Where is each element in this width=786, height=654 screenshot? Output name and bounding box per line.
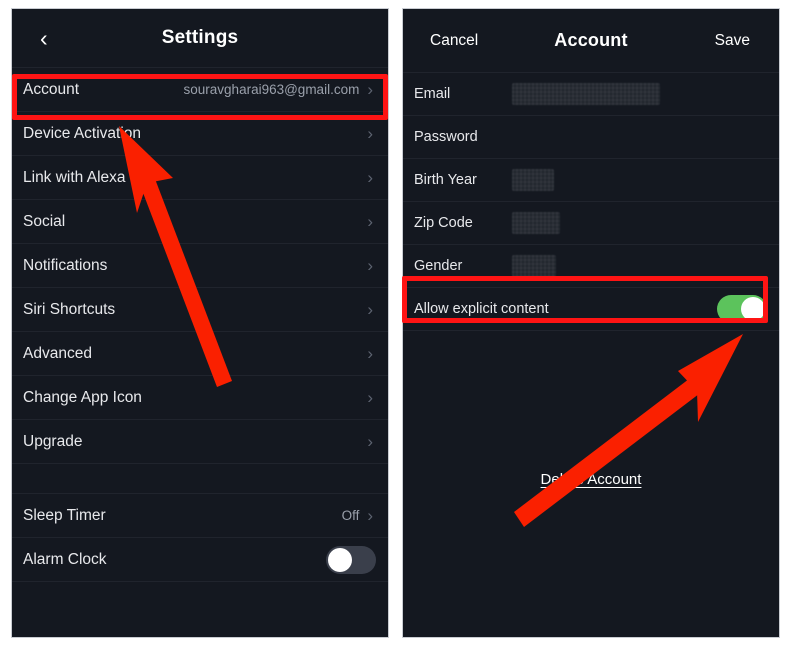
allow-explicit-content-label: Allow explicit content bbox=[414, 301, 549, 317]
row-label: Device Activation bbox=[23, 124, 142, 142]
settings-list-primary: Account souravgharai963@gmail.com › Devi… bbox=[12, 67, 388, 463]
row-label: Sleep Timer bbox=[23, 506, 106, 524]
account-screen: Cancel Account Save Email Password Birth… bbox=[402, 8, 780, 638]
account-email-value: souravgharai963@gmail.com bbox=[183, 82, 360, 97]
chevron-right-icon: › bbox=[367, 124, 373, 143]
field-label: Birth Year bbox=[414, 172, 477, 188]
settings-row-change-app-icon[interactable]: Change App Icon › bbox=[12, 375, 388, 419]
account-field-email[interactable]: Email bbox=[403, 72, 779, 115]
account-field-password[interactable]: Password bbox=[403, 115, 779, 158]
settings-row-upgrade[interactable]: Upgrade › bbox=[12, 419, 388, 463]
row-label: Change App Icon bbox=[23, 388, 142, 406]
sleep-timer-value: Off bbox=[341, 508, 360, 523]
row-label: Account bbox=[23, 80, 80, 98]
settings-row-sleep-timer[interactable]: Sleep Timer Off › bbox=[12, 493, 388, 537]
chevron-right-icon: › bbox=[367, 212, 373, 231]
chevron-right-icon: › bbox=[367, 432, 373, 451]
chevron-right-icon: › bbox=[367, 80, 373, 99]
delete-account-wrap: Delete Account bbox=[403, 471, 779, 489]
account-form-end-spacer bbox=[403, 330, 779, 350]
delete-account-link[interactable]: Delete Account bbox=[541, 471, 642, 488]
account-row-allow-explicit-content[interactable]: Allow explicit content bbox=[403, 287, 779, 330]
chevron-right-icon: › bbox=[367, 256, 373, 275]
toggle-knob bbox=[328, 547, 352, 572]
settings-row-notifications[interactable]: Notifications › bbox=[12, 243, 388, 287]
save-button[interactable]: Save bbox=[715, 32, 750, 50]
field-label: Gender bbox=[414, 258, 463, 274]
settings-screen: ‹ Settings Account souravgharai963@gmail… bbox=[11, 8, 389, 638]
settings-row-link-with-alexa[interactable]: Link with Alexa › bbox=[12, 155, 388, 199]
chevron-right-icon: › bbox=[367, 344, 373, 363]
account-field-gender[interactable]: Gender bbox=[403, 244, 779, 287]
row-label: Upgrade bbox=[23, 432, 83, 450]
row-label: Advanced bbox=[23, 344, 92, 362]
settings-row-siri-shortcuts[interactable]: Siri Shortcuts › bbox=[12, 287, 388, 331]
settings-row-alarm-clock[interactable]: Alarm Clock bbox=[12, 537, 388, 581]
field-label: Password bbox=[414, 129, 478, 145]
row-label: Siri Shortcuts bbox=[23, 300, 116, 318]
row-label: Link with Alexa bbox=[23, 168, 126, 186]
toggle-knob bbox=[741, 297, 765, 321]
settings-navbar: ‹ Settings bbox=[12, 9, 388, 67]
row-label: Social bbox=[23, 212, 66, 230]
email-value-redacted bbox=[512, 83, 660, 105]
chevron-right-icon: › bbox=[367, 300, 373, 319]
settings-row-account[interactable]: Account souravgharai963@gmail.com › bbox=[12, 67, 388, 111]
zip-code-value-redacted bbox=[512, 212, 560, 234]
chevron-right-icon: › bbox=[367, 388, 373, 407]
birth-year-value-redacted bbox=[512, 169, 554, 191]
row-label: Alarm Clock bbox=[23, 550, 107, 568]
chevron-right-icon: › bbox=[367, 506, 373, 525]
settings-row-social[interactable]: Social › bbox=[12, 199, 388, 243]
settings-section-separator bbox=[12, 463, 388, 493]
chevron-right-icon: › bbox=[367, 168, 373, 187]
settings-row-device-activation[interactable]: Device Activation › bbox=[12, 111, 388, 155]
field-label: Zip Code bbox=[414, 215, 473, 231]
account-field-zip-code[interactable]: Zip Code bbox=[403, 201, 779, 244]
account-form: Email Password Birth Year Zip Code Gende… bbox=[403, 72, 779, 350]
account-navbar: Cancel Account Save bbox=[403, 9, 779, 72]
field-label: Email bbox=[414, 86, 451, 102]
gender-value-redacted bbox=[512, 255, 556, 277]
settings-title: Settings bbox=[161, 27, 239, 48]
settings-list-secondary: Sleep Timer Off › Alarm Clock bbox=[12, 493, 388, 581]
allow-explicit-content-toggle[interactable] bbox=[717, 295, 767, 323]
account-field-birth-year[interactable]: Birth Year bbox=[403, 158, 779, 201]
row-label: Notifications bbox=[23, 256, 108, 274]
settings-list-end-spacer bbox=[12, 581, 388, 621]
settings-row-advanced[interactable]: Advanced › bbox=[12, 331, 388, 375]
screenshot-root: ‹ Settings Account souravgharai963@gmail… bbox=[0, 0, 786, 654]
alarm-clock-toggle[interactable] bbox=[326, 545, 376, 574]
